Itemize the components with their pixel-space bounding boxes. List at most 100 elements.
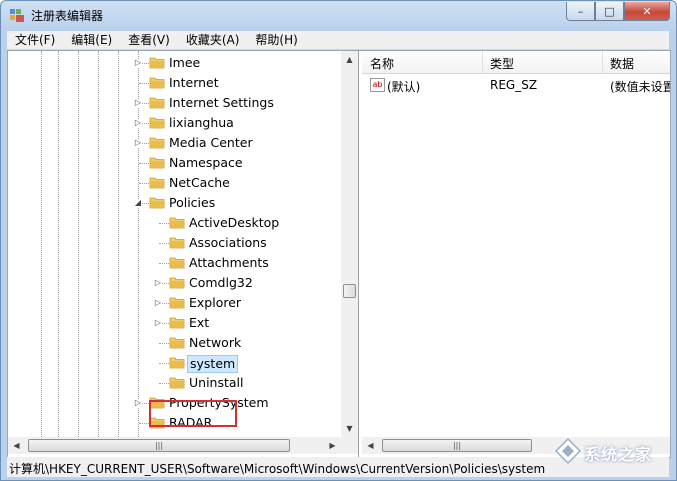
column-header-name[interactable]: 名称 — [370, 55, 394, 72]
tree-item[interactable]: Associations — [8, 233, 341, 253]
tree-item-label: Internet — [169, 75, 219, 90]
tree-item[interactable]: ▷ Ext — [8, 313, 341, 333]
folder-icon — [169, 217, 185, 229]
client-area: ▷ Imee Internet ▷ Internet Settings ▷ lixiangh… — [7, 50, 671, 458]
tree-connector — [139, 163, 149, 164]
tree-item[interactable]: ◢ Policies — [8, 193, 341, 213]
tree-item[interactable]: Attachments — [8, 253, 341, 273]
menu-view[interactable]: 查看(V) — [120, 31, 178, 49]
tree-connector — [159, 223, 169, 224]
registry-tree-pane: ▷ Imee Internet ▷ Internet Settings ▷ lixiangh… — [8, 51, 359, 457]
tree-item-label: Media Center — [169, 135, 253, 150]
scroll-up-arrow-icon[interactable]: ▲ — [341, 51, 358, 68]
tree-item[interactable]: Internet — [8, 73, 341, 93]
scroll-left-arrow-icon[interactable]: ◀ — [362, 437, 379, 454]
menu-help[interactable]: 帮助(H) — [247, 31, 305, 49]
menu-bar: 文件(F) 编辑(E) 查看(V) 收藏夹(A) 帮助(H) — [7, 31, 669, 50]
value-type: REG_SZ — [490, 78, 538, 92]
column-separator[interactable] — [482, 51, 483, 73]
menu-edit[interactable]: 编辑(E) — [63, 31, 120, 49]
tree-item-label: lixianghua — [169, 115, 234, 130]
scrollbar-corner — [341, 437, 358, 454]
tree-item-label: Explorer — [189, 295, 242, 310]
column-header-type[interactable]: 类型 — [490, 55, 514, 72]
tree-connector — [139, 83, 149, 84]
tree-item-label: Policies — [169, 195, 216, 210]
expand-arrow-icon[interactable]: ▷ — [134, 119, 142, 127]
scroll-down-arrow-icon[interactable]: ▼ — [341, 420, 358, 437]
tree-vscroll-thumb[interactable] — [343, 284, 356, 298]
close-button[interactable]: ✕ — [624, 2, 670, 21]
tree-item[interactable]: Namespace — [8, 153, 341, 173]
watermark: 系统之家 — [552, 431, 672, 471]
menu-file[interactable]: 文件(F) — [7, 31, 63, 49]
tree-horizontal-scrollbar[interactable]: ◀ ||| ▶ — [8, 437, 341, 454]
tree-item-label: Ext — [189, 315, 210, 330]
tree-view[interactable]: ▷ Imee Internet ▷ Internet Settings ▷ lixiangh… — [8, 51, 341, 437]
regedit-window: 注册表编辑器 – □ ✕ 文件(F) 编辑(E) 查看(V) 收藏夹(A) 帮助… — [0, 0, 677, 481]
tree-hscroll-thumb[interactable]: ||| — [28, 439, 290, 452]
folder-icon — [169, 277, 185, 289]
tree-item-label-selected: system — [187, 355, 239, 373]
list-hscroll-thumb[interactable]: ||| — [382, 439, 532, 452]
folder-icon — [149, 57, 165, 69]
tree-connector — [159, 343, 169, 344]
folder-icon — [149, 177, 165, 189]
tree-connector — [159, 263, 169, 264]
column-header-data[interactable]: 数据 — [610, 55, 634, 72]
expand-arrow-icon[interactable]: ▷ — [154, 279, 162, 287]
minimize-button[interactable]: – — [566, 2, 595, 21]
tree-item-label: NetCache — [169, 175, 230, 190]
tree-item-label: Comdlg32 — [189, 275, 253, 290]
expand-arrow-icon[interactable]: ▷ — [134, 59, 142, 67]
folder-icon — [149, 197, 165, 209]
tree-item[interactable]: ▷ Explorer — [8, 293, 341, 313]
tree-vertical-scrollbar[interactable]: ▲ ▼ — [341, 51, 358, 437]
window-title: 注册表编辑器 — [31, 9, 104, 23]
folder-icon — [149, 77, 165, 89]
scroll-left-arrow-icon[interactable]: ◀ — [8, 437, 25, 454]
expand-arrow-icon[interactable]: ▷ — [154, 299, 162, 307]
caption-buttons: – □ ✕ — [566, 2, 670, 21]
folder-icon — [169, 357, 185, 369]
tree-item[interactable]: ▷ lixianghua — [8, 113, 341, 133]
tree-item-label: Internet Settings — [169, 95, 274, 110]
watermark-text: 系统之家 — [584, 445, 653, 464]
status-path: 计算机\HKEY_CURRENT_USER\Software\Microsoft… — [9, 462, 546, 476]
expand-arrow-icon[interactable]: ▷ — [154, 319, 162, 327]
expand-arrow-icon[interactable]: ▷ — [134, 139, 142, 147]
folder-icon — [169, 297, 185, 309]
folder-icon — [149, 97, 165, 109]
tree-item-label: ActiveDesktop — [189, 215, 280, 230]
title-bar[interactable]: 注册表编辑器 – □ ✕ — [1, 1, 676, 29]
values-list-pane: 名称 类型 数据 ab (默认) REG_SZ (数值未设置) ◀ ||| — [362, 51, 670, 457]
tree-connector — [159, 243, 169, 244]
string-value-icon: ab — [370, 78, 385, 92]
tree-item[interactable]: ▷ Media Center — [8, 133, 341, 153]
maximize-button[interactable]: □ — [595, 2, 624, 21]
tree-item[interactable]: ActiveDesktop — [8, 213, 341, 233]
tree-item[interactable]: Network — [8, 333, 341, 353]
tree-item[interactable]: system — [8, 353, 341, 373]
folder-icon — [169, 257, 185, 269]
tree-item-label: Attachments — [189, 255, 269, 270]
folder-icon — [169, 337, 185, 349]
tree-item-label: Network — [189, 335, 242, 350]
tree-item[interactable]: ▷ Imee — [8, 53, 341, 73]
tree-item-label: Associations — [189, 235, 267, 250]
folder-icon — [149, 117, 165, 129]
expand-arrow-icon[interactable]: ▷ — [134, 399, 142, 407]
regedit-app-icon — [10, 9, 24, 22]
scroll-right-arrow-icon[interactable]: ▶ — [324, 437, 341, 454]
menu-favorites[interactable]: 收藏夹(A) — [178, 31, 248, 49]
tree-connector — [139, 183, 149, 184]
tree-item[interactable]: ▷ Internet Settings — [8, 93, 341, 113]
list-item[interactable]: ab (默认) REG_SZ (数值未设置) — [362, 77, 670, 95]
collapse-arrow-icon[interactable]: ◢ — [134, 199, 142, 207]
column-separator[interactable] — [602, 51, 603, 73]
expand-arrow-icon[interactable]: ▷ — [134, 99, 142, 107]
tree-item[interactable]: NetCache — [8, 173, 341, 193]
tree-item[interactable]: Uninstall — [8, 373, 341, 393]
tree-item[interactable]: ▷ Comdlg32 — [8, 273, 341, 293]
folder-icon — [149, 137, 165, 149]
